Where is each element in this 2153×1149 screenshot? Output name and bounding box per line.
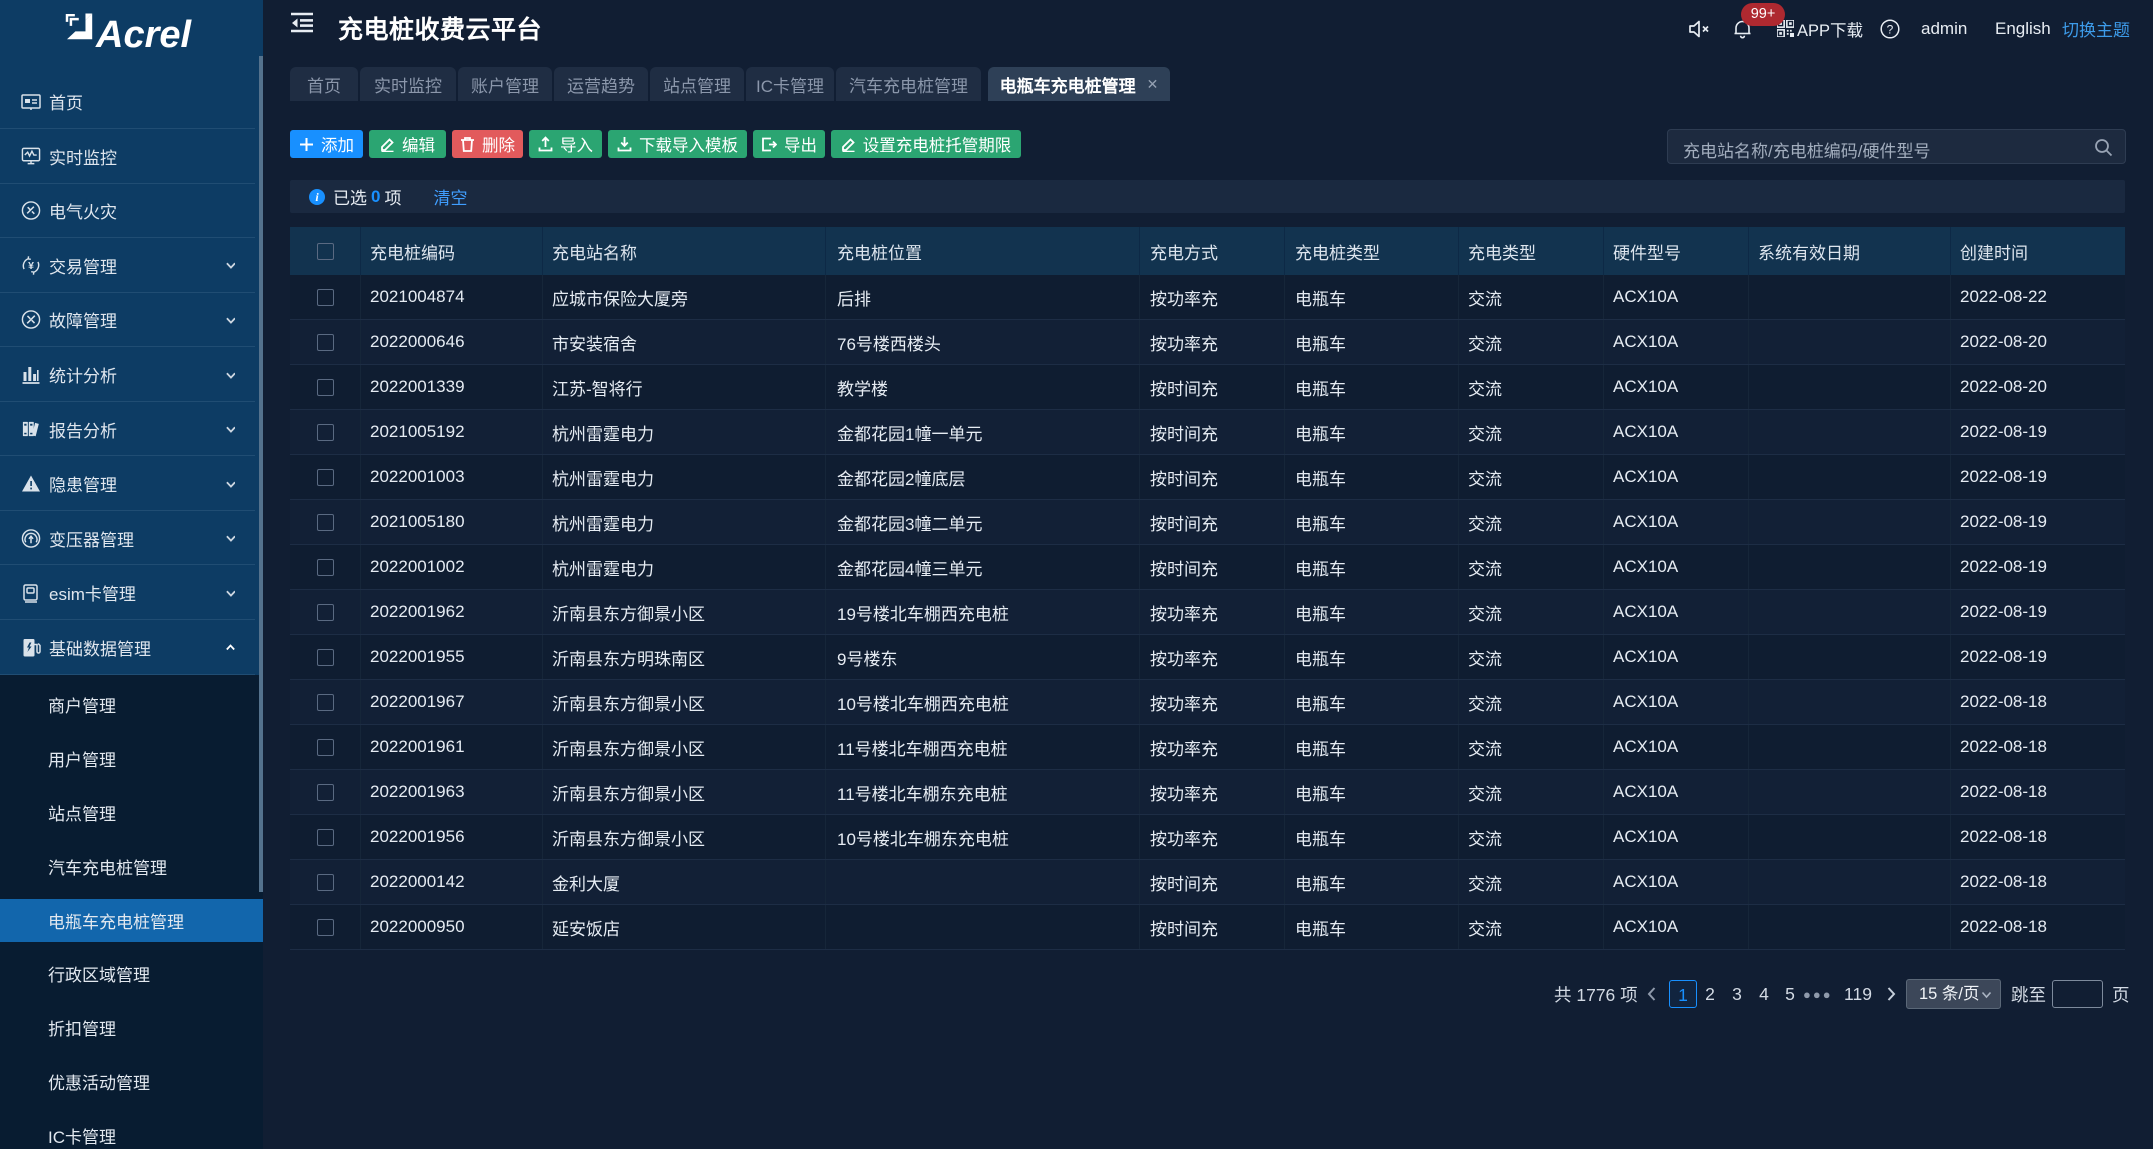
- svg-text:?: ?: [1887, 22, 1894, 36]
- svg-text:Acrel: Acrel: [95, 14, 192, 56]
- svg-text:¥: ¥: [28, 261, 34, 272]
